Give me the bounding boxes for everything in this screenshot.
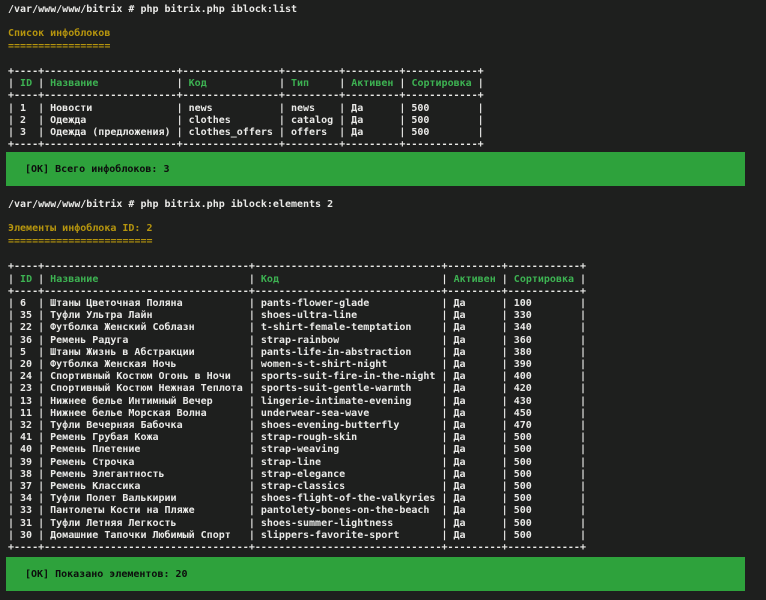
terminal-screen[interactable]: /var/www/www/bitrix # php bitrix.php ibl…	[0, 0, 766, 600]
command-line-iblock-elements: /var/www/www/bitrix # php bitrix.php ibl…	[8, 198, 766, 211]
success-bar-text-1: [OK] Всего инфоблоков: 3	[25, 163, 170, 176]
section-underline-1: =================	[8, 40, 766, 53]
iblock-list-table: +----+----------------------+-----------…	[8, 66, 766, 151]
section-underline-2: ========================	[8, 235, 766, 248]
success-bar-elements-count: [OK] Показано элементов: 20	[6, 557, 745, 591]
section-title-iblock-elements: Элементы инфоблока ID: 2	[8, 222, 766, 235]
command-line-iblock-list: /var/www/www/bitrix # php bitrix.php ibl…	[8, 3, 766, 16]
success-bar-iblock-count: [OK] Всего инфоблоков: 3	[6, 152, 745, 186]
iblock-elements-table: +----+----------------------------------…	[8, 261, 766, 554]
section-title-iblock-list: Список инфоблоков	[8, 27, 766, 40]
success-bar-text-2: [OK] Показано элементов: 20	[25, 568, 188, 581]
